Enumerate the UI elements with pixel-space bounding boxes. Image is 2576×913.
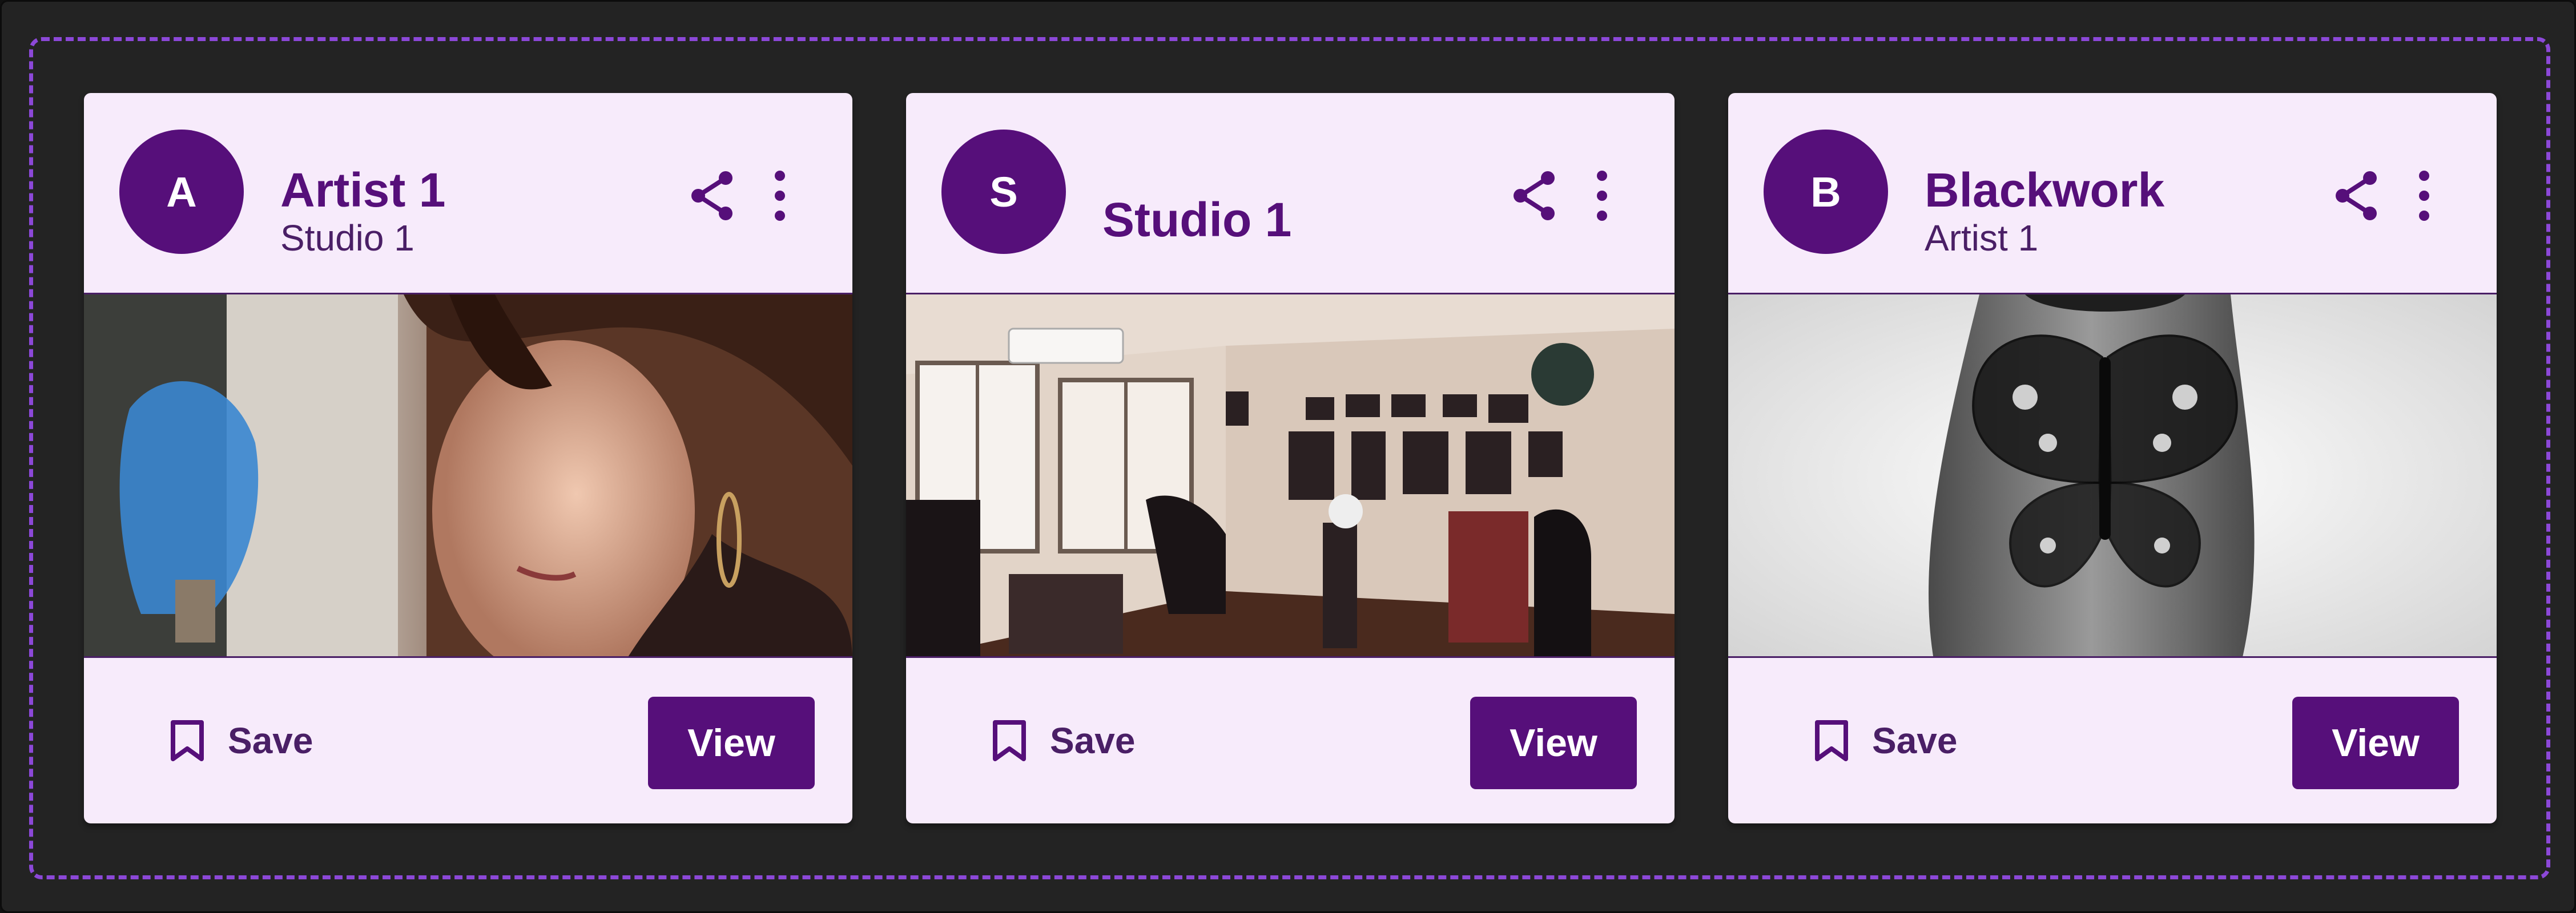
bookmark-icon: [993, 720, 1026, 761]
card-footer: Save View: [84, 658, 852, 823]
save-button[interactable]: Save: [1802, 709, 1969, 772]
view-button[interactable]: View: [2292, 697, 2459, 789]
avatar: S: [941, 130, 1066, 254]
view-button[interactable]: View: [1470, 697, 1637, 789]
save-label: Save: [228, 720, 313, 761]
share-icon: [1514, 171, 1555, 220]
card-header: S Studio 1: [906, 93, 1675, 293]
card-subtitle: Artist 1: [1925, 217, 2039, 258]
butterfly-tattoo-photo: [1728, 294, 2497, 656]
card-subtitle: Studio 1: [280, 217, 414, 258]
more-vert-icon: [775, 171, 785, 221]
avatar: A: [119, 130, 244, 254]
card-blackwork: B Blackwork Artist 1 Save View: [1728, 93, 2497, 823]
card-header: B Blackwork Artist 1: [1728, 93, 2497, 293]
share-button[interactable]: [1507, 167, 1564, 224]
bookmark-icon: [1815, 720, 1848, 761]
save-button[interactable]: Save: [980, 709, 1146, 772]
card-artist-1: A Artist 1 Studio 1 Save View: [84, 93, 852, 823]
app-frame: A Artist 1 Studio 1 Save View S Studio 1…: [0, 0, 2576, 913]
share-icon: [2336, 171, 2377, 220]
share-icon: [691, 171, 732, 220]
card-title: Artist 1: [280, 163, 446, 217]
card-image: [84, 293, 852, 658]
card-title: Studio 1: [1102, 193, 1292, 247]
studio-interior-photo: [906, 294, 1675, 656]
share-button[interactable]: [685, 167, 742, 224]
bookmark-icon: [171, 720, 204, 761]
card-studio-1: S Studio 1 Save View: [906, 93, 1675, 823]
card-header: A Artist 1 Studio 1: [84, 93, 852, 293]
more-options-button[interactable]: [760, 167, 800, 224]
share-button[interactable]: [2329, 167, 2386, 224]
card-image: [906, 293, 1675, 658]
card-footer: Save View: [1728, 658, 2497, 823]
view-button[interactable]: View: [648, 697, 815, 789]
save-button[interactable]: Save: [158, 709, 324, 772]
more-options-button[interactable]: [1582, 167, 1622, 224]
more-vert-icon: [1597, 171, 1607, 221]
save-label: Save: [1872, 720, 1958, 761]
save-label: Save: [1050, 720, 1136, 761]
more-vert-icon: [2419, 171, 2429, 221]
card-image: [1728, 293, 2497, 658]
card-title: Blackwork: [1925, 163, 2165, 217]
avatar: B: [1764, 130, 1888, 254]
more-options-button[interactable]: [2404, 167, 2444, 224]
card-footer: Save View: [906, 658, 1675, 823]
tattoo-artist-photo: [84, 294, 852, 656]
